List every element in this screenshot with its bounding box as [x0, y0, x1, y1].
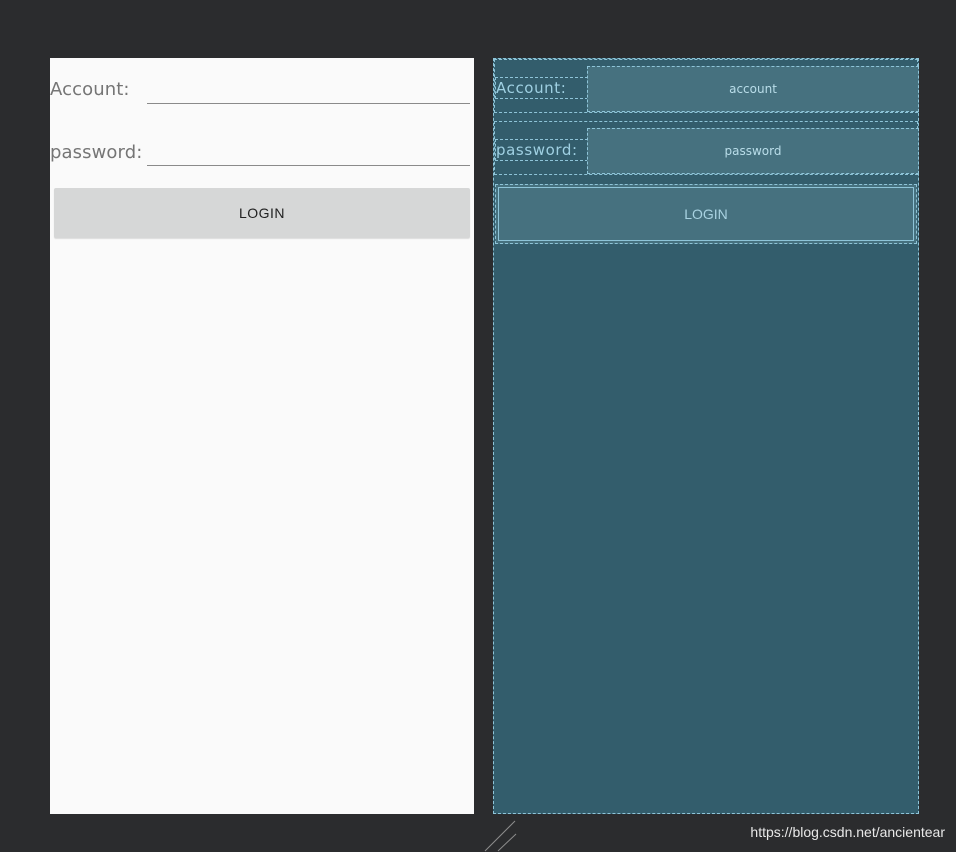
blueprint-login-button[interactable]: LOGIN: [495, 184, 917, 244]
blueprint-password-label[interactable]: password:: [495, 139, 588, 161]
password-input[interactable]: [147, 165, 470, 166]
blueprint-account-input[interactable]: account: [587, 66, 919, 112]
password-label: password:: [50, 142, 143, 163]
blueprint-password-row[interactable]: password: password: [494, 121, 919, 175]
login-button[interactable]: LOGIN: [54, 188, 470, 238]
blueprint-login-label: LOGIN: [684, 206, 728, 222]
account-label: Account:: [50, 79, 130, 100]
blueprint-view[interactable]: Account: account password: password LOGI…: [493, 58, 919, 814]
blueprint-account-row[interactable]: Account: account: [494, 59, 919, 113]
resize-handle-icon[interactable]: [484, 820, 518, 852]
watermark-url: https://blog.csdn.net/ancientear: [750, 824, 945, 840]
blueprint-account-label[interactable]: Account:: [495, 77, 588, 99]
account-input[interactable]: [147, 103, 470, 104]
design-preview: Account: password: LOGIN: [50, 58, 474, 814]
blueprint-password-input[interactable]: password: [587, 128, 919, 174]
